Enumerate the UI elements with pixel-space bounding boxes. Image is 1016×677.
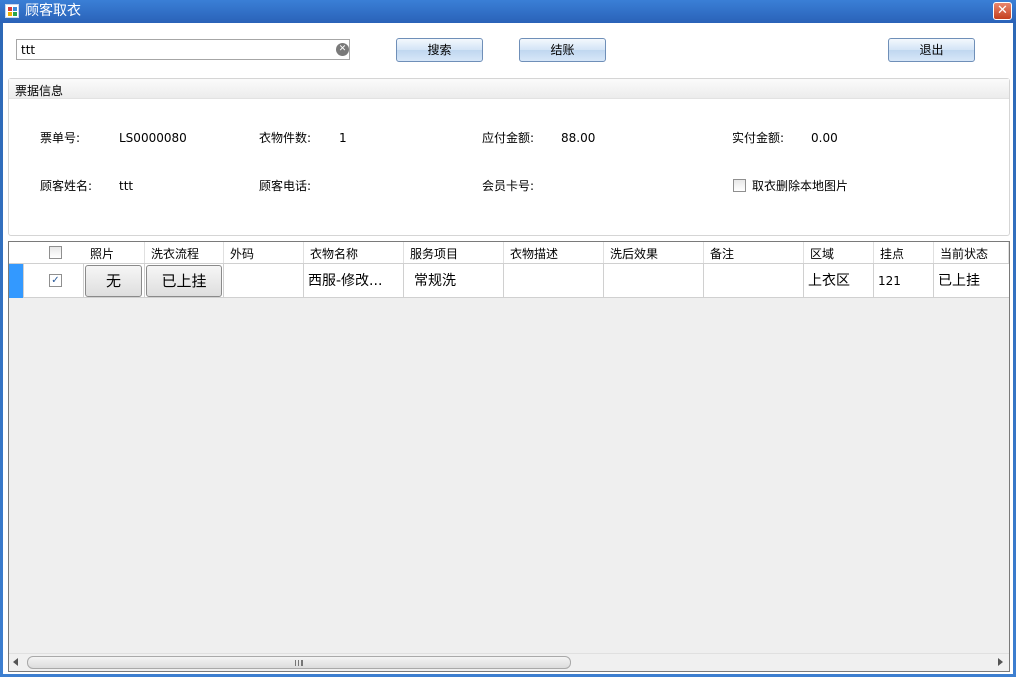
process-cell: 已上挂 [145, 264, 224, 298]
ticket-no-value: LS0000080 [119, 131, 187, 145]
column-header[interactable]: 区域 [804, 242, 874, 263]
column-header[interactable]: 衣物描述 [504, 242, 604, 263]
column-header[interactable]: 洗后效果 [604, 242, 704, 263]
column-header[interactable]: 照片 [84, 242, 145, 263]
process-button[interactable]: 已上挂 [146, 265, 222, 297]
search-button[interactable]: 搜索 [396, 38, 483, 62]
column-header[interactable]: 外码 [224, 242, 304, 263]
clear-icon[interactable]: ✕ [336, 43, 349, 56]
search-input[interactable] [19, 41, 329, 58]
hook-cell: 121 [874, 264, 934, 298]
paid-label: 实付金额: [732, 131, 785, 145]
clothes-grid: 照片 洗衣流程 外码 衣物名称 服务项目 衣物描述 洗后效果 备注 区域 挂点 … [8, 241, 1010, 672]
remark-cell [704, 264, 804, 298]
customer-phone-label: 顾客电话: [259, 179, 312, 193]
ticket-info-group: 票据信息 票单号: LS0000080 衣物件数: 1 应付金额: 88.00 … [8, 78, 1010, 236]
outer-code-cell [224, 264, 304, 298]
ticket-no-label: 票单号: [40, 131, 81, 145]
paid-value: 0.00 [811, 131, 838, 145]
grip-icon [295, 660, 303, 666]
app-icon [5, 4, 19, 18]
column-header[interactable]: 备注 [704, 242, 804, 263]
group-title: 票据信息 [15, 84, 64, 98]
row-checkbox[interactable]: ✓ [49, 274, 62, 287]
customer-name-value: ttt [119, 179, 134, 193]
window: 顾客取衣 ✕ ✕ 搜索 结账 退出 票据信息 票单号: LS0000080 衣物… [0, 0, 1016, 677]
column-header[interactable]: 衣物名称 [304, 242, 404, 263]
item-count-value: 1 [339, 131, 347, 145]
client-area: ✕ 搜索 结账 退出 票据信息 票单号: LS0000080 衣物件数: 1 应… [3, 23, 1013, 674]
member-card-label: 会员卡号: [482, 179, 535, 193]
scrollbar-thumb[interactable] [27, 656, 571, 669]
exit-button[interactable]: 退出 [888, 38, 975, 62]
row-check-cell: ✓ [25, 264, 84, 298]
payable-label: 应付金额: [482, 131, 535, 145]
horizontal-scrollbar[interactable] [9, 653, 1009, 671]
column-header[interactable]: 服务项目 [404, 242, 504, 263]
column-header[interactable]: 洗衣流程 [145, 242, 224, 263]
effect-cell [604, 264, 704, 298]
grid-header: 照片 洗衣流程 外码 衣物名称 服务项目 衣物描述 洗后效果 备注 区域 挂点 … [9, 242, 1009, 264]
customer-name-label: 顾客姓名: [40, 179, 93, 193]
description-cell [504, 264, 604, 298]
delete-photo-label: 取衣删除本地图片 [752, 179, 849, 193]
item-count-label: 衣物件数: [259, 131, 312, 145]
select-all-checkbox[interactable] [49, 246, 62, 259]
delete-photo-checkbox[interactable] [733, 179, 746, 192]
scroll-right-icon[interactable] [998, 658, 1003, 666]
search-box: ✕ [16, 39, 350, 60]
column-header[interactable]: 挂点 [874, 242, 934, 263]
payable-value: 88.00 [561, 131, 596, 145]
table-row[interactable]: ✓ 无 已上挂 西服-修改... 常规洗 上衣区 121 已上挂 [9, 264, 1009, 298]
close-button[interactable]: ✕ [993, 2, 1012, 20]
status-cell: 已上挂 [938, 273, 980, 289]
group-header: 票据信息 [9, 79, 1009, 99]
photo-cell: 无 [84, 264, 145, 298]
row-selector[interactable] [9, 264, 24, 298]
clothes-name-cell: 西服-修改... [304, 264, 404, 298]
window-title: 顾客取衣 [25, 3, 81, 19]
service-cell: 常规洗 [404, 264, 504, 298]
checkout-button[interactable]: 结账 [519, 38, 606, 62]
column-header[interactable]: 当前状态 [934, 242, 1009, 263]
title-bar: 顾客取衣 ✕ [0, 0, 1016, 23]
photo-button[interactable]: 无 [85, 265, 142, 297]
area-cell: 上衣区 [804, 264, 874, 298]
scroll-left-icon[interactable] [13, 658, 18, 666]
